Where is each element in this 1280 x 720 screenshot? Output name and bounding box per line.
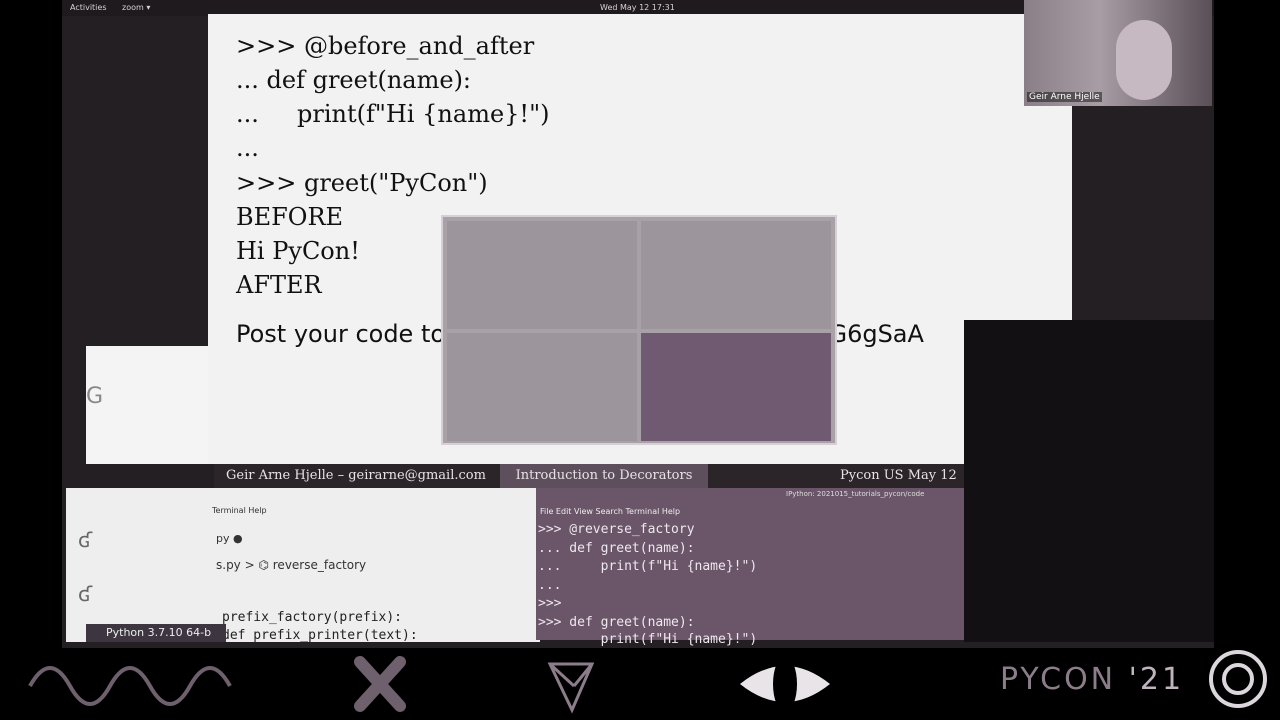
terminal-title: IPython: 2021015_tutorials_pycon/code xyxy=(786,490,925,498)
terminal-line: print(f"Hi {name}!") xyxy=(538,632,758,647)
wave-icon xyxy=(28,666,232,706)
app-logo-icon: G xyxy=(86,384,104,409)
terminal-line: ... xyxy=(538,578,562,593)
video-tile[interactable] xyxy=(447,333,637,441)
footer-title: Introduction to Decorators xyxy=(500,464,708,488)
speaker-webcam: Geir Arne Hjelle xyxy=(1024,0,1212,106)
paper-plane-icon xyxy=(547,662,595,714)
x-icon xyxy=(354,656,406,712)
code-line: >>> greet("PyCon") xyxy=(236,169,488,197)
activities-button[interactable]: Activities xyxy=(70,0,107,16)
terminal-line: >>> def greet(name): xyxy=(538,615,695,630)
editor-tab[interactable]: py ● xyxy=(216,532,243,545)
terminal-line: >>> @reverse_factory xyxy=(538,522,695,537)
dark-panel xyxy=(964,320,1214,642)
code-line: >>> @before_and_after xyxy=(236,32,535,60)
terminal-line: >>> xyxy=(538,596,562,611)
video-tile-active[interactable] xyxy=(641,333,831,441)
output-line: AFTER xyxy=(236,271,322,299)
pycon-year: '21 xyxy=(1128,662,1185,697)
circle-logo-icon xyxy=(1209,650,1267,708)
code-line: ... def greet(name): xyxy=(236,66,472,94)
video-grid-overlay xyxy=(441,215,837,445)
ipython-terminal[interactable]: IPython: 2021015_tutorials_pycon/code Fi… xyxy=(536,488,964,647)
pycon-wordmark: PYCON '21 xyxy=(1000,662,1184,697)
left-app-panel: G xyxy=(86,346,208,464)
pycon-label: PYCON xyxy=(1000,662,1117,697)
code-line: prefix_factory(prefix): xyxy=(222,610,403,625)
speaker-name: Geir Arne Hjelle xyxy=(1027,92,1102,102)
extension-icon[interactable]: ʛ xyxy=(78,528,92,552)
zoom-menu[interactable]: zoom ▾ xyxy=(122,0,150,16)
pycon-brand-bar: PYCON '21 xyxy=(0,648,1280,720)
output-line: Hi PyCon! xyxy=(236,237,360,265)
post-prefix: Post your code to xyxy=(236,320,453,348)
footer-event: Pycon US May 12 xyxy=(840,468,957,483)
video-tile[interactable] xyxy=(447,221,637,329)
vscode-window: Terminal Help ʛ ʛ py ● s.py > ⌬ reverse_… xyxy=(66,488,540,643)
code-line: ... xyxy=(236,134,259,162)
terminal-menubar[interactable]: File Edit View Search Terminal Help xyxy=(540,507,680,516)
code-line: ... print(f"Hi {name}!") xyxy=(236,100,550,128)
output-line: BEFORE xyxy=(236,203,344,231)
vscode-menubar[interactable]: Terminal Help xyxy=(212,506,267,515)
terminal-line: ... print(f"Hi {name}!") xyxy=(538,559,758,574)
python-status[interactable]: Python 3.7.10 64-b xyxy=(86,624,226,642)
terminal-line: ... def greet(name): xyxy=(538,541,695,556)
eye-icon xyxy=(740,656,830,712)
accounts-icon[interactable]: ʛ xyxy=(78,582,92,606)
code-line: def prefix_printer(text): xyxy=(222,628,418,643)
video-tile[interactable] xyxy=(641,221,831,329)
slide-footer: Geir Arne Hjelle – geirarne@gmail.com In… xyxy=(214,464,964,488)
speaker-video xyxy=(1116,20,1172,100)
footer-author: Geir Arne Hjelle – geirarne@gmail.com xyxy=(226,468,486,483)
breadcrumb[interactable]: s.py > ⌬ reverse_factory xyxy=(216,558,366,572)
